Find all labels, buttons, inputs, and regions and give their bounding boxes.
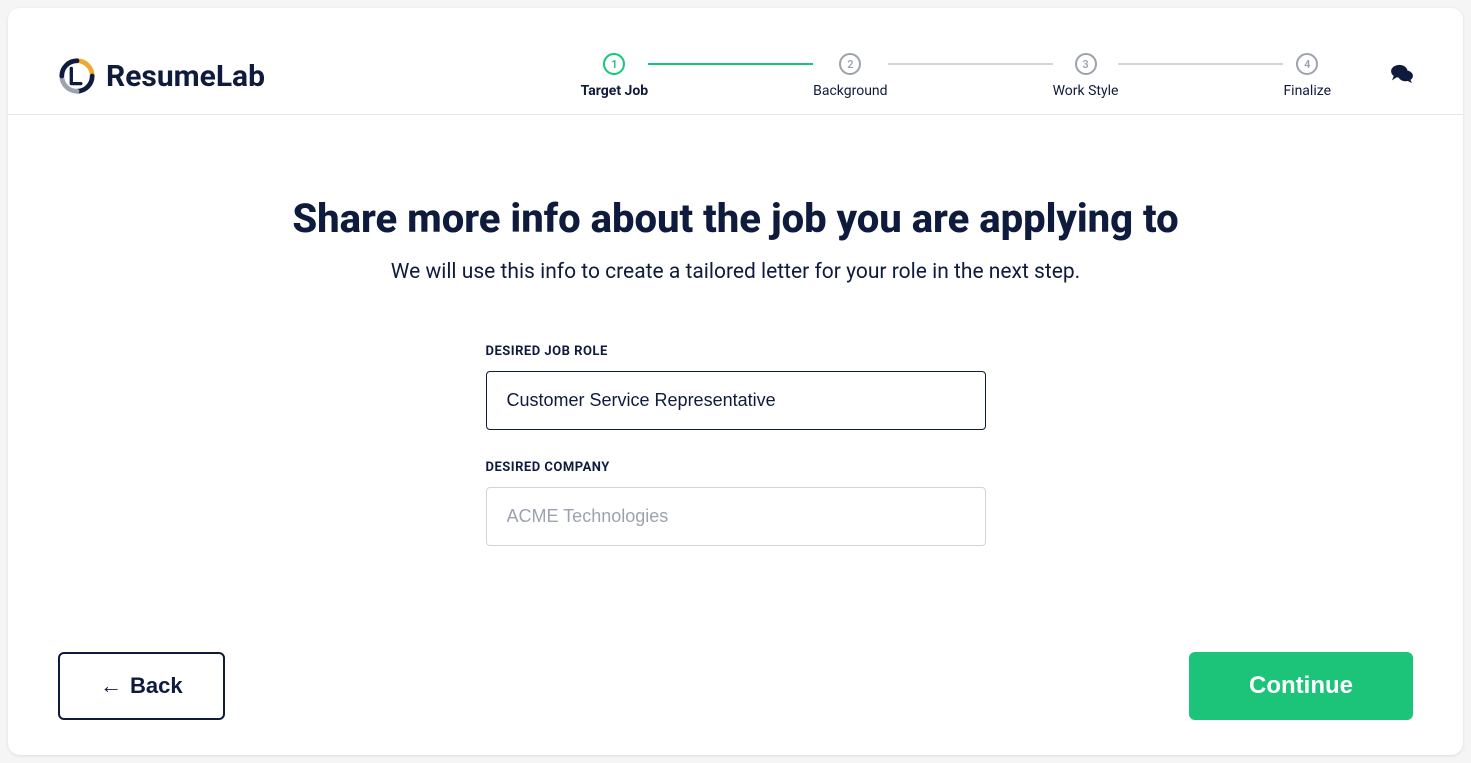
field-job-role: DESIRED JOB ROLE <box>486 344 986 430</box>
form: DESIRED JOB ROLE DESIRED COMPANY <box>486 344 986 546</box>
step-label-2: Background <box>813 83 887 99</box>
chat-icon[interactable] <box>1391 64 1413 89</box>
back-button-label: Back <box>130 673 183 699</box>
step-circle-4: 4 <box>1296 53 1318 75</box>
resumelab-logo-icon <box>58 57 96 95</box>
arrow-left-icon: ← <box>100 673 122 699</box>
step-target-job[interactable]: 1 Target Job <box>581 53 649 99</box>
step-line-2 <box>888 63 1053 65</box>
page-subtitle: We will use this info to create a tailor… <box>8 260 1463 284</box>
step-work-style[interactable]: 3 Work Style <box>1053 53 1119 99</box>
logo-text: ResumeLab <box>106 59 265 94</box>
step-line-1 <box>648 63 813 65</box>
footer: ← Back Continue <box>58 652 1413 720</box>
step-label-3: Work Style <box>1053 83 1119 99</box>
company-input[interactable] <box>486 487 986 546</box>
logo[interactable]: ResumeLab <box>58 57 265 95</box>
stepper: 1 Target Job 2 Background 3 Work Style 4… <box>581 53 1331 99</box>
job-role-label: DESIRED JOB ROLE <box>486 344 986 359</box>
page-title: Share more info about the job you are ap… <box>8 195 1463 242</box>
job-role-input[interactable] <box>486 371 986 430</box>
step-line-3 <box>1118 63 1283 65</box>
step-label-4: Finalize <box>1283 83 1331 99</box>
step-circle-1: 1 <box>603 53 625 75</box>
main-card: ResumeLab 1 Target Job 2 Background 3 Wo… <box>8 8 1463 755</box>
field-company: DESIRED COMPANY <box>486 460 986 546</box>
step-background[interactable]: 2 Background <box>813 53 887 99</box>
step-finalize[interactable]: 4 Finalize <box>1283 53 1331 99</box>
step-circle-3: 3 <box>1075 53 1097 75</box>
step-label-1: Target Job <box>581 83 649 99</box>
company-label: DESIRED COMPANY <box>486 460 986 475</box>
content: Share more info about the job you are ap… <box>8 115 1463 546</box>
continue-button[interactable]: Continue <box>1189 652 1413 720</box>
step-circle-2: 2 <box>839 53 861 75</box>
back-button[interactable]: ← Back <box>58 652 225 720</box>
header: ResumeLab 1 Target Job 2 Background 3 Wo… <box>8 8 1463 115</box>
